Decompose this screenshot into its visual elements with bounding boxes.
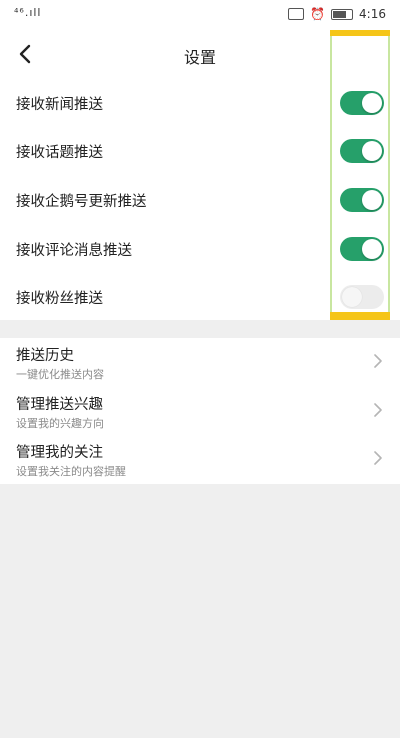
page-title: 设置 (183, 48, 216, 67)
toggle-label: 接收新闻推送 (16, 97, 103, 113)
topic-push-switch[interactable] (340, 139, 384, 163)
toggle-label: 接收话题推送 (16, 145, 103, 161)
manage-following-item[interactable]: 管理我的关注 设置我关注的内容提醒 (0, 435, 400, 483)
chevron-right-icon (374, 451, 382, 465)
toggle-row-penguin-account: 接收企鹅号更新推送 (0, 175, 400, 223)
signal-indicator: ⁴⁶.ıll (14, 6, 42, 19)
penguin-account-push-switch[interactable] (340, 188, 384, 212)
list-item-subtitle: 一键优化推送内容 (16, 368, 104, 381)
list-item-subtitle: 设置我关注的内容提醒 (16, 465, 126, 478)
manage-push-interest-item[interactable]: 管理推送兴趣 设置我的兴趣方向 (0, 387, 400, 435)
alarm-icon: ⏰ (310, 7, 326, 21)
list-item-title: 推送历史 (16, 348, 74, 364)
push-toggle-list: 接收新闻推送 接收话题推送 接收企鹅号更新推送 接收评论消息推送 接收粉丝推送 (0, 78, 400, 320)
chevron-right-icon (374, 354, 382, 368)
list-item-subtitle: 设置我的兴趣方向 (16, 417, 104, 430)
settings-screen: ⁴⁶.ıll ⏰ 4:16 设置 接收新闻推送 接收话题推送 接收企鹅号更新推送 (0, 0, 400, 738)
clock-time: 4:16 (359, 7, 386, 21)
switch-knob (362, 239, 382, 259)
chevron-right-icon (374, 403, 382, 417)
toggle-label: 接收评论消息推送 (16, 243, 132, 259)
push-management-list: 推送历史 一键优化推送内容 管理推送兴趣 设置我的兴趣方向 管理我的关注 设置我… (0, 338, 400, 484)
switch-knob (362, 190, 382, 210)
switch-knob (362, 93, 382, 113)
comment-push-switch[interactable] (340, 237, 384, 261)
toggle-row-fans: 接收粉丝推送 (0, 272, 400, 320)
toggle-row-news: 接收新闻推送 (0, 78, 400, 126)
fans-push-switch[interactable] (340, 285, 384, 309)
toggle-row-comment: 接收评论消息推送 (0, 224, 400, 272)
battery-icon (331, 8, 354, 20)
switch-knob (342, 287, 362, 307)
news-push-switch[interactable] (340, 91, 384, 115)
toggle-label: 接收企鹅号更新推送 (16, 194, 147, 210)
status-right: ⏰ 4:16 (288, 7, 386, 21)
list-item-title: 管理推送兴趣 (16, 397, 103, 413)
hd-icon (288, 8, 305, 20)
switch-knob (362, 141, 382, 161)
toggle-row-topic: 接收话题推送 (0, 126, 400, 174)
status-bar: ⁴⁶.ıll ⏰ 4:16 (0, 0, 400, 32)
list-item-title: 管理我的关注 (16, 445, 103, 461)
push-history-item[interactable]: 推送历史 一键优化推送内容 (0, 338, 400, 386)
header: 设置 (0, 32, 400, 78)
toggle-label: 接收粉丝推送 (16, 291, 103, 307)
